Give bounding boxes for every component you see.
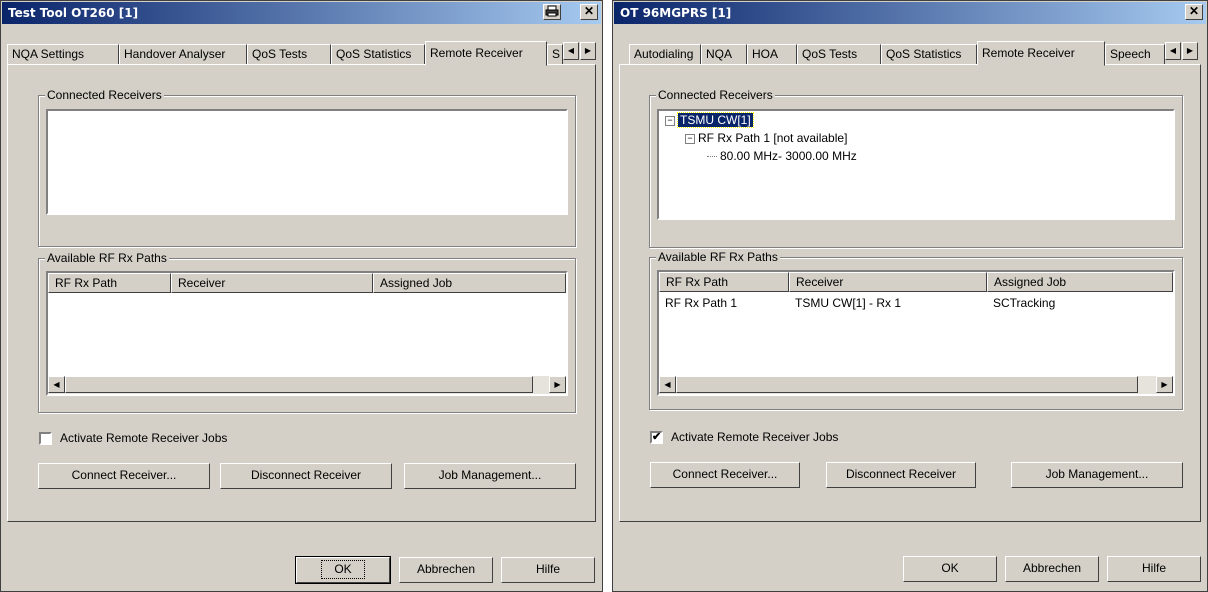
tab-nqa-settings[interactable]: NQA Settings <box>7 44 119 65</box>
column-header[interactable]: Receiver <box>789 272 987 292</box>
connect-receiver-button[interactable]: Connect Receiver... <box>38 463 210 489</box>
connect-receiver-button[interactable]: Connect Receiver... <box>650 462 800 488</box>
tree-connector <box>707 156 717 158</box>
left-dialog-window: Test Tool OT260 [1] ✕ NQA Settings Hando… <box>0 0 603 592</box>
activate-jobs-checkbox[interactable]: ✔ <box>650 431 663 444</box>
cancel-button[interactable]: Abbrechen <box>399 557 493 583</box>
scroll-right-icon[interactable]: ▶ <box>549 376 566 393</box>
scroll-right-icon[interactable]: ▶ <box>1156 376 1173 393</box>
close-icon[interactable]: ✕ <box>580 4 598 20</box>
column-header[interactable]: Assigned Job <box>987 272 1173 292</box>
tab-page: Connected Receivers Available RF Rx Path… <box>7 64 596 522</box>
cell-job: SCTracking <box>993 296 1056 310</box>
scroll-thumb[interactable] <box>676 376 1138 393</box>
tree-path-label[interactable]: RF Rx Path 1 [not available] <box>698 131 847 145</box>
horizontal-scrollbar[interactable]: ◀ ▶ <box>659 376 1173 394</box>
tab-speech[interactable]: Speech <box>1105 44 1165 65</box>
group-label: Connected Receivers <box>45 88 164 102</box>
cell-path: RF Rx Path 1 <box>665 296 738 310</box>
connected-receivers-group: Connected Receivers <box>38 88 576 247</box>
window-title: OT 96MGPRS [1] <box>620 6 732 20</box>
scroll-thumb[interactable] <box>65 376 533 393</box>
disconnect-receiver-button[interactable]: Disconnect Receiver <box>826 462 976 488</box>
tab-scroll-right-icon[interactable]: ▶ <box>580 42 596 60</box>
tab-qos-tests[interactable]: QoS Tests <box>247 44 331 65</box>
group-label: Available RF Rx Paths <box>656 250 780 264</box>
tab-remote-receiver[interactable]: Remote Receiver <box>977 41 1105 66</box>
help-button[interactable]: Hilfe <box>1107 556 1201 582</box>
title-bar: Test Tool OT260 [1] ✕ <box>2 2 601 24</box>
collapse-icon[interactable]: − <box>685 133 695 144</box>
tab-hoa[interactable]: HOA <box>747 44 797 65</box>
title-bar: OT 96MGPRS [1] ✕ <box>614 2 1206 24</box>
group-label: Connected Receivers <box>656 88 775 102</box>
tab-remote-receiver[interactable]: Remote Receiver <box>425 41 547 66</box>
tree-node-root[interactable]: − TSMU CW[1] <box>665 112 754 128</box>
tab-strip: Autodialing NQA HOA QoS Tests QoS Statis… <box>619 41 1201 66</box>
tree-root-label[interactable]: TSMU CW[1] <box>677 112 754 128</box>
paths-listview[interactable]: RF Rx Path Receiver Assigned Job ◀ ▶ <box>46 271 568 396</box>
cancel-button[interactable]: Abbrechen <box>1005 556 1099 582</box>
activate-jobs-checkbox[interactable] <box>39 432 52 445</box>
horizontal-scrollbar[interactable]: ◀ ▶ <box>48 376 566 394</box>
tab-scroll-left-icon[interactable]: ◀ <box>563 42 579 60</box>
receivers-tree[interactable] <box>46 109 568 215</box>
tab-scroll-right-icon[interactable]: ▶ <box>1182 42 1198 60</box>
activate-jobs-label: Activate Remote Receiver Jobs <box>60 431 228 445</box>
group-label: Available RF Rx Paths <box>45 251 169 265</box>
column-header[interactable]: RF Rx Path <box>48 273 171 293</box>
help-button[interactable]: Hilfe <box>501 557 595 583</box>
tree-node-range[interactable]: 80.00 MHz- 3000.00 MHz <box>707 149 857 163</box>
tab-nqa[interactable]: NQA <box>701 44 747 65</box>
right-dialog-window: OT 96MGPRS [1] ✕ Autodialing NQA HOA QoS… <box>612 0 1208 592</box>
print-icon[interactable] <box>543 4 561 20</box>
activate-jobs-label: Activate Remote Receiver Jobs <box>671 430 839 444</box>
column-header[interactable]: Receiver <box>171 273 373 293</box>
tab-autodialing[interactable]: Autodialing <box>629 44 701 65</box>
tab-speech-partial[interactable]: S <box>547 44 563 65</box>
disconnect-receiver-button[interactable]: Disconnect Receiver <box>220 463 392 489</box>
window-title: Test Tool OT260 [1] <box>8 6 139 20</box>
job-management-button[interactable]: Job Management... <box>1011 462 1183 488</box>
tab-strip: NQA Settings Handover Analyser QoS Tests… <box>7 41 596 66</box>
tab-qos-statistics[interactable]: QoS Statistics <box>331 44 425 65</box>
tree-range-label[interactable]: 80.00 MHz- 3000.00 MHz <box>720 149 857 163</box>
paths-listview[interactable]: RF Rx Path Receiver Assigned Job RF Rx P… <box>657 270 1175 396</box>
scroll-left-icon[interactable]: ◀ <box>659 376 676 393</box>
job-management-button[interactable]: Job Management... <box>404 463 576 489</box>
column-header[interactable]: Assigned Job <box>373 273 566 293</box>
receivers-tree[interactable]: − TSMU CW[1] − RF Rx Path 1 [not available… <box>657 109 1175 220</box>
ok-button[interactable]: OK <box>903 556 997 582</box>
scroll-left-icon[interactable]: ◀ <box>48 376 65 393</box>
close-icon[interactable]: ✕ <box>1185 4 1203 20</box>
connected-receivers-group: Connected Receivers − TSMU CW[1] − RF Rx P… <box>649 88 1183 248</box>
tab-scroll-left-icon[interactable]: ◀ <box>1165 42 1181 60</box>
tab-qos-statistics[interactable]: QoS Statistics <box>881 44 977 65</box>
available-paths-group: Available RF Rx Paths RF Rx Path Receive… <box>38 251 576 413</box>
tab-handover-analyser[interactable]: Handover Analyser <box>119 44 247 65</box>
tree-node-path[interactable]: − RF Rx Path 1 [not available] <box>685 131 847 145</box>
column-header[interactable]: RF Rx Path <box>659 272 789 292</box>
ok-button[interactable]: OK <box>295 556 391 584</box>
available-paths-group: Available RF Rx Paths RF Rx Path Receive… <box>649 250 1183 410</box>
tab-qos-tests[interactable]: QoS Tests <box>797 44 881 65</box>
tab-page: Connected Receivers − TSMU CW[1] − RF Rx P… <box>619 64 1201 522</box>
cell-receiver: TSMU CW[1] - Rx 1 <box>795 296 902 310</box>
collapse-icon[interactable]: − <box>665 115 675 126</box>
